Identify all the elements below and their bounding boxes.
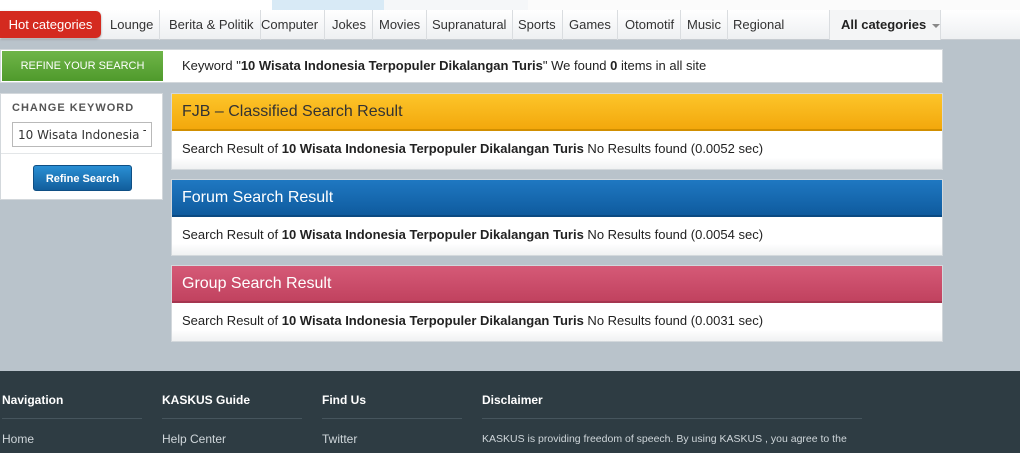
result-prefix: Search Result of — [182, 313, 282, 328]
footer-link-home[interactable]: Home — [2, 432, 142, 446]
top-strip — [0, 0, 1020, 10]
category-lounge[interactable]: Lounge — [104, 10, 161, 40]
top-strip-tab — [384, 0, 528, 10]
footer-navigation: Navigation Home — [2, 393, 142, 446]
fjb-result-box: FJB – Classified Search Result Search Re… — [171, 93, 943, 170]
result-keyword: 10 Wisata Indonesia Terpopuler Dikalanga… — [281, 227, 584, 242]
result-status: No Results found (0.0031 sec) — [583, 313, 764, 328]
category-supranatural[interactable]: Supranatural — [426, 10, 514, 40]
category-jokes[interactable]: Jokes — [326, 10, 373, 40]
chevron-down-icon — [932, 23, 941, 28]
category-otomotif[interactable]: Otomotif — [619, 10, 682, 40]
footer-disclaimer: Disclaimer KASKUS is providing freedom o… — [482, 393, 862, 446]
summary-keyword: 10 Wisata Indonesia Terpopuler Dikalanga… — [240, 58, 543, 73]
footer-disclaimer-title: Disclaimer — [482, 393, 862, 419]
summary-mid: " We found — [542, 58, 611, 73]
footer-findus-title: Find Us — [322, 393, 462, 419]
panel-divider — [1, 153, 162, 154]
summary-suffix: items in all site — [617, 58, 707, 73]
all-categories-dropdown[interactable]: All categories — [829, 10, 941, 40]
forum-result-title: Forum Search Result — [172, 180, 942, 217]
result-keyword: 10 Wisata Indonesia Terpopuler Dikalanga… — [281, 313, 584, 328]
category-computer[interactable]: Computer — [255, 10, 326, 40]
group-result-body: Search Result of 10 Wisata Indonesia Ter… — [172, 303, 942, 341]
refine-bar: REFINE YOUR SEARCH Keyword "10 Wisata In… — [0, 49, 943, 83]
footer-navigation-title: Navigation — [2, 393, 142, 419]
footer-link-twitter[interactable]: Twitter — [322, 432, 462, 446]
category-berita-politik[interactable]: Berita & Politik — [163, 10, 261, 40]
change-keyword-label: CHANGE KEYWORD — [12, 102, 135, 114]
footer-disclaimer-text: KASKUS is providing freedom of speech. B… — [482, 433, 847, 445]
summary-prefix: Keyword " — [182, 58, 241, 73]
footer-link-help-center[interactable]: Help Center — [162, 432, 302, 446]
top-strip-tab-active — [272, 0, 384, 10]
footer-guide: KASKUS Guide Help Center — [162, 393, 302, 446]
result-prefix: Search Result of — [182, 227, 282, 242]
footer: Navigation Home KASKUS Guide Help Center… — [0, 371, 1020, 453]
change-keyword-panel: CHANGE KEYWORD Refine Search — [0, 93, 163, 200]
hot-categories-button[interactable]: Hot categories — [0, 11, 101, 38]
category-sports[interactable]: Sports — [512, 10, 563, 40]
forum-result-body: Search Result of 10 Wisata Indonesia Ter… — [172, 217, 942, 255]
category-music[interactable]: Music — [681, 10, 728, 40]
result-status: No Results found (0.0052 sec) — [583, 141, 764, 156]
result-keyword: 10 Wisata Indonesia Terpopuler Dikalanga… — [281, 141, 584, 156]
result-prefix: Search Result of — [182, 141, 282, 156]
top-strip-search-area — [528, 0, 1020, 10]
footer-findus: Find Us Twitter — [322, 393, 462, 446]
refine-your-search-tag: REFINE YOUR SEARCH — [2, 51, 163, 81]
category-regional[interactable]: Regional — [727, 10, 790, 40]
all-categories-label: All categories — [841, 17, 927, 32]
fjb-result-body: Search Result of 10 Wisata Indonesia Ter… — [172, 131, 942, 169]
category-movies[interactable]: Movies — [373, 10, 428, 40]
result-status: No Results found (0.0054 sec) — [583, 227, 764, 242]
category-games[interactable]: Games — [563, 10, 618, 40]
category-nav: Hot categories Lounge Berita & Politik C… — [0, 10, 1020, 40]
keyword-input[interactable] — [12, 122, 152, 147]
refine-search-button[interactable]: Refine Search — [33, 165, 132, 191]
footer-guide-title: KASKUS Guide — [162, 393, 302, 419]
group-result-box: Group Search Result Search Result of 10 … — [171, 265, 943, 342]
group-result-title: Group Search Result — [172, 266, 942, 303]
search-summary: Keyword "10 Wisata Indonesia Terpopuler … — [182, 50, 706, 82]
fjb-result-title: FJB – Classified Search Result — [172, 94, 942, 131]
forum-result-box: Forum Search Result Search Result of 10 … — [171, 179, 943, 256]
